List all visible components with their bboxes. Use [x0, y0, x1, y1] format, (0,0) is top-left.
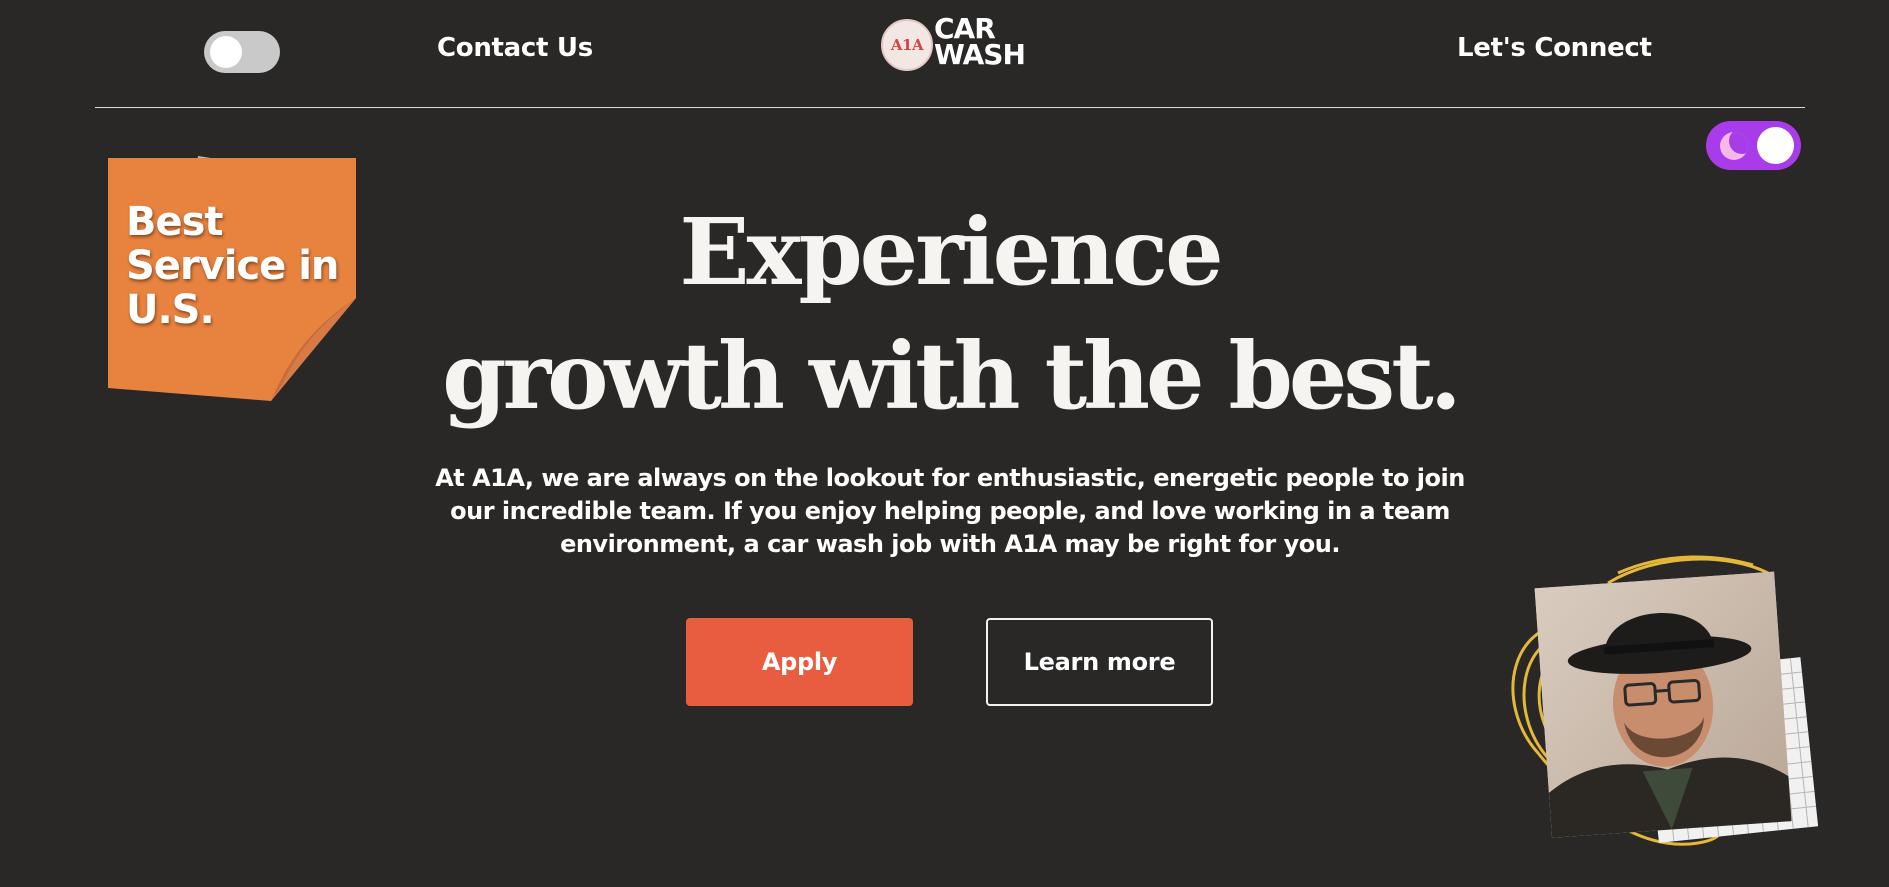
logo-badge-text: A1A: [890, 36, 924, 54]
learn-more-button[interactable]: Learn more: [986, 618, 1213, 706]
toggle-knob: [1757, 127, 1794, 164]
nav-lets-connect-link[interactable]: Let's Connect: [1457, 33, 1652, 63]
apply-button[interactable]: Apply: [686, 618, 913, 706]
theme-toggle-switch[interactable]: [204, 31, 280, 73]
toggle-knob: [210, 36, 242, 68]
headline-line-2: growth with the best.: [442, 322, 1461, 430]
hero-headline: Experience growth with the best.: [300, 190, 1600, 438]
car-wash-logo[interactable]: A1A CAR WASH: [881, 15, 1031, 80]
logo-badge: A1A: [881, 19, 933, 71]
dark-mode-toggle[interactable]: [1706, 121, 1801, 170]
nav-contact-us-link[interactable]: Contact Us: [437, 33, 593, 63]
moon-icon: [1720, 132, 1748, 160]
logo-line-wash: WASH: [934, 38, 1026, 71]
portrait-image: [1498, 553, 1818, 853]
page: Contact Us A1A CAR WASH Let's Connect Be…: [0, 0, 1889, 887]
hero-description: At A1A, we are always on the lookout for…: [435, 464, 1465, 558]
logo-wordmark: CAR WASH: [934, 15, 1026, 71]
portrait-illustration: [1511, 555, 1818, 846]
headline-line-1: Experience: [679, 198, 1223, 306]
header: Contact Us A1A CAR WASH Let's Connect: [95, 0, 1805, 108]
